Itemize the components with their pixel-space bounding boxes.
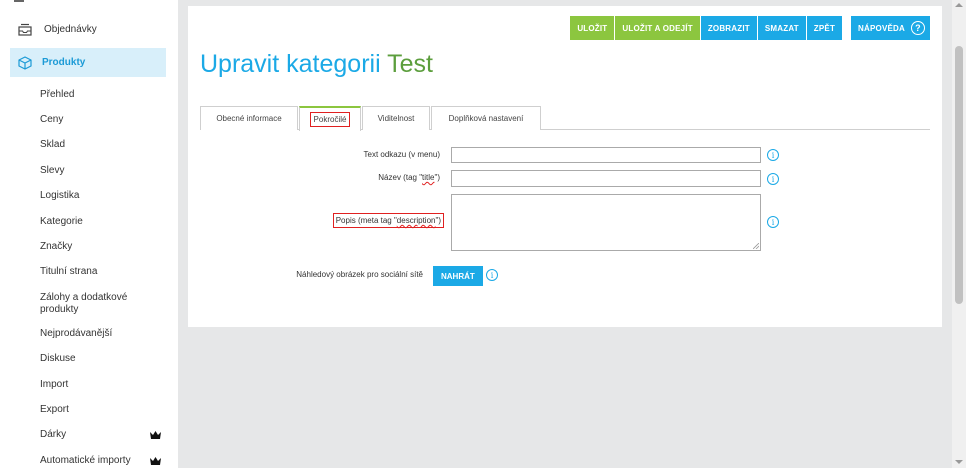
tab-label: Doplňková nastavení [448, 114, 524, 123]
tab-label: Viditelnost [377, 114, 415, 123]
save-button[interactable]: ULOŽIT [570, 16, 615, 40]
help-button[interactable]: NÁPOVĚDA ? [851, 16, 930, 40]
menu-text-label: Text odkazu (v menu) [363, 150, 440, 159]
sidebar: Objednávky Produkty Přehled Ceny Sklad S… [0, 0, 178, 468]
resize-handle-icon[interactable] [753, 243, 759, 249]
sidebar-item-export[interactable]: Export [40, 404, 160, 416]
title-tag-label: Název (tag "title") [378, 173, 440, 182]
question-icon: ? [911, 21, 925, 35]
sidebar-item-auto-imports[interactable]: Automatické importy [40, 455, 160, 467]
sidebar-item-homepage[interactable]: Titulní strana [40, 266, 160, 278]
sidebar-item-gifts[interactable]: Dárky [40, 429, 160, 441]
info-icon[interactable]: i [486, 269, 498, 281]
save-and-leave-button[interactable]: ULOŽIT A ODEJÍT [615, 16, 700, 40]
tab-label: Pokročilé [309, 112, 351, 127]
label-prefix: Popis (meta tag " [335, 216, 397, 225]
sidebar-item-stock[interactable]: Sklad [40, 139, 160, 151]
sidebar-item-brands[interactable]: Značky [40, 241, 160, 253]
crown-icon [150, 457, 161, 465]
page-title: Upravit kategorii Test [200, 50, 433, 79]
sidebar-item-logistics[interactable]: Logistika [40, 190, 160, 202]
sidebar-item-prices[interactable]: Ceny [40, 114, 160, 126]
inbox-icon [18, 23, 36, 36]
tab-advanced[interactable]: Pokročilé [299, 106, 361, 131]
label-prefix: Název (tag " [378, 173, 423, 182]
description-label-highlight: Popis (meta tag "description") [332, 213, 444, 228]
menu-text-input[interactable] [451, 147, 761, 163]
upload-button[interactable]: NAHRÁT [433, 266, 483, 286]
sidebar-item-discounts[interactable]: Slevy [40, 165, 160, 177]
sidebar-item-discussion[interactable]: Diskuse [40, 353, 160, 365]
tab-additional-settings[interactable]: Doplňková nastavení [431, 106, 541, 130]
scroll-up-icon[interactable] [955, 3, 963, 7]
info-icon[interactable]: i [767, 149, 779, 161]
scroll-down-icon[interactable] [955, 460, 963, 464]
tab-general[interactable]: Obecné informace [200, 106, 298, 130]
title-tag-input[interactable] [451, 170, 761, 187]
tab-visibility[interactable]: Viditelnost [362, 106, 430, 130]
social-image-label: Náhledový obrázek pro sociální sítě [296, 270, 423, 279]
sidebar-item-label: Objednávky [44, 23, 97, 35]
back-button[interactable]: ZPĚT [806, 16, 843, 40]
category-name: Test [387, 50, 433, 78]
show-button[interactable]: ZOBRAZIT [700, 16, 757, 40]
sidebar-item-products[interactable]: Produkty [10, 48, 166, 77]
description-textarea[interactable] [451, 194, 761, 251]
help-label: NÁPOVĚDA [858, 23, 905, 33]
action-toolbar: ULOŽIT ULOŽIT A ODEJÍT ZOBRAZIT SMAZAT Z… [570, 16, 930, 40]
sidebar-item-deposits[interactable]: Zálohy a dodatkové produkty [40, 292, 160, 316]
description-tag-label: Popis (meta tag "description") [332, 213, 444, 228]
tab-label: Obecné informace [216, 114, 282, 123]
sidebar-item-categories[interactable]: Kategorie [40, 216, 160, 228]
sidebar-item-import[interactable]: Import [40, 379, 160, 391]
label-suffix: ") [435, 216, 441, 225]
sidebar-item-orders[interactable]: Objednávky [10, 16, 166, 42]
page-scrollbar[interactable] [952, 0, 966, 468]
crown-icon [150, 431, 161, 439]
sidebar-item-overview[interactable]: Přehled [40, 89, 160, 101]
cube-icon [18, 55, 36, 70]
tab-bar: Obecné informace Pokročilé Viditelnost D… [200, 106, 930, 131]
sidebar-item-label: Produkty [42, 57, 86, 68]
info-icon[interactable]: i [767, 173, 779, 185]
label-word: description [396, 216, 436, 225]
menu-icon-fragment [14, 0, 24, 2]
edit-category-panel: ULOŽIT ULOŽIT A ODEJÍT ZOBRAZIT SMAZAT Z… [188, 6, 942, 327]
info-icon[interactable]: i [767, 216, 779, 228]
sidebar-item-bestsellers[interactable]: Nejprodávanější [40, 328, 160, 340]
delete-button[interactable]: SMAZAT [757, 16, 806, 40]
scroll-thumb[interactable] [955, 46, 963, 304]
label-suffix: ") [434, 173, 440, 182]
label-word: title [422, 173, 435, 182]
page-title-text: Upravit kategorii [200, 50, 381, 78]
